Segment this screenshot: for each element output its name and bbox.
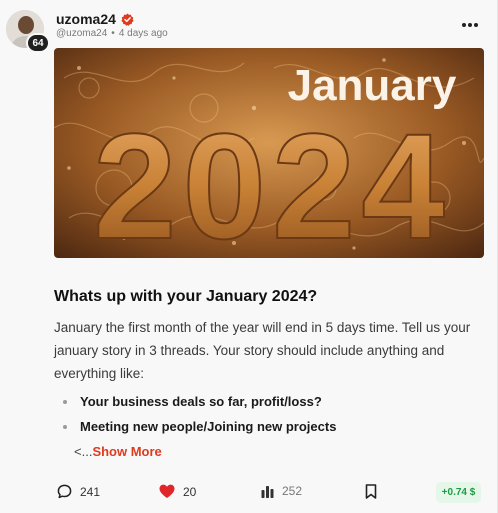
truncation-prefix: <... xyxy=(74,444,93,459)
post-hero-image[interactable]: January 2024 xyxy=(54,48,484,258)
heart-icon xyxy=(159,484,175,498)
more-dot-icon xyxy=(468,23,472,27)
hero-graphic: January 2024 xyxy=(54,48,484,258)
more-dot-icon xyxy=(474,23,478,27)
meta-separator: • xyxy=(111,28,115,39)
more-dot-icon xyxy=(462,23,466,27)
post-bullet-list: Your business deals so far, profit/loss?… xyxy=(62,393,336,443)
bookmark-icon xyxy=(365,484,377,499)
author-name-row: uzoma24 xyxy=(56,11,134,27)
like-button[interactable]: 20 xyxy=(159,484,196,499)
bar-chart-icon xyxy=(261,485,274,498)
author-meta: @uzoma24 • 4 days ago xyxy=(56,28,168,39)
post-title[interactable]: Whats up with your January 2024? xyxy=(54,288,484,306)
author-name[interactable]: uzoma24 xyxy=(56,11,116,27)
earnings-badge[interactable]: +0.74 $ xyxy=(436,482,481,503)
views-count: 252 xyxy=(282,484,303,498)
list-item: Meeting new people/Joining new projects xyxy=(62,418,336,443)
more-options-button[interactable] xyxy=(460,16,480,34)
list-item: Your business deals so far, profit/loss? xyxy=(62,393,336,418)
post-body: January the first month of the year will… xyxy=(54,320,471,381)
comments-count: 241 xyxy=(80,484,101,499)
comment-icon xyxy=(57,484,72,499)
post-timestamp: 4 days ago xyxy=(118,28,168,39)
level-badge: 64 xyxy=(26,33,50,53)
hero-year-text: 2024 xyxy=(93,102,451,258)
views-stat: 252 xyxy=(261,484,302,498)
post-card: 64 uzoma24 @uzoma24 • 4 days ago January… xyxy=(0,0,498,513)
comments-button[interactable]: 241 xyxy=(57,484,100,499)
verified-icon xyxy=(121,13,134,26)
author-avatar-wrap[interactable]: 64 xyxy=(6,10,50,53)
bookmark-button[interactable] xyxy=(365,484,377,499)
likes-count: 20 xyxy=(183,484,197,499)
show-more-link[interactable]: Show More xyxy=(92,444,161,459)
author-handle[interactable]: @uzoma24 xyxy=(56,28,107,39)
show-more-row: <...Show More xyxy=(74,444,162,459)
